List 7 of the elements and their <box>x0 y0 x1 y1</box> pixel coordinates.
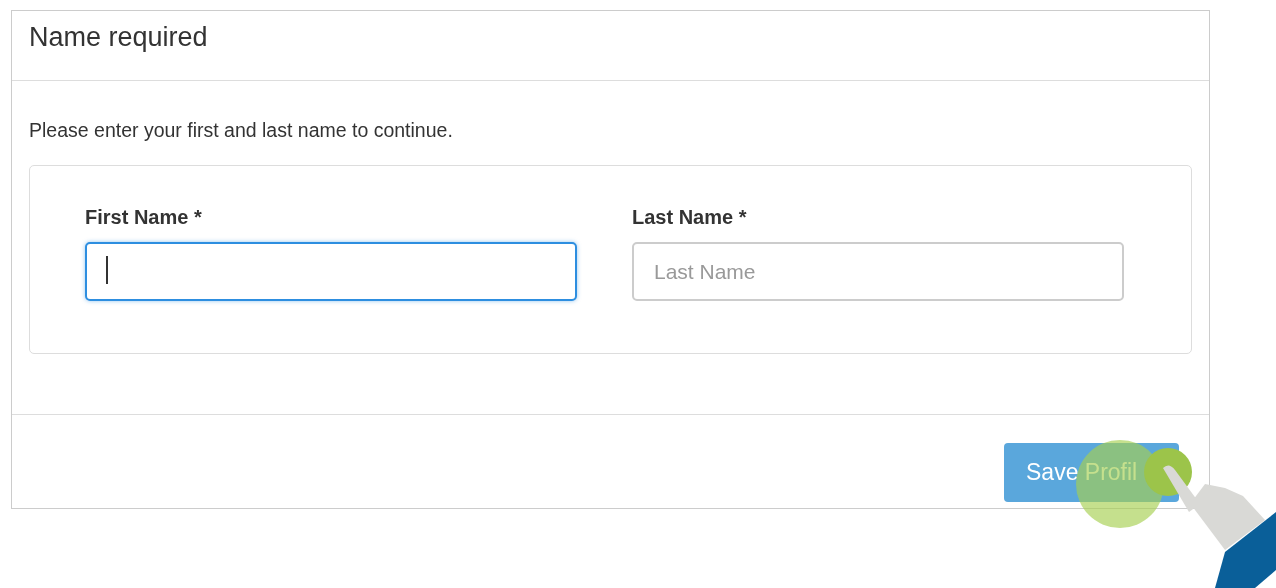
input-field[interactable]: Last Name <box>632 242 1124 302</box>
field-label: Last Name * <box>632 205 747 231</box>
dialog-title: Name required <box>29 21 208 54</box>
text-cursor <box>106 256 108 285</box>
dialog-message: Please enter your first and last name to continue. <box>29 118 453 143</box>
input-field[interactable] <box>85 242 577 302</box>
field-label: First Name * <box>85 205 202 231</box>
